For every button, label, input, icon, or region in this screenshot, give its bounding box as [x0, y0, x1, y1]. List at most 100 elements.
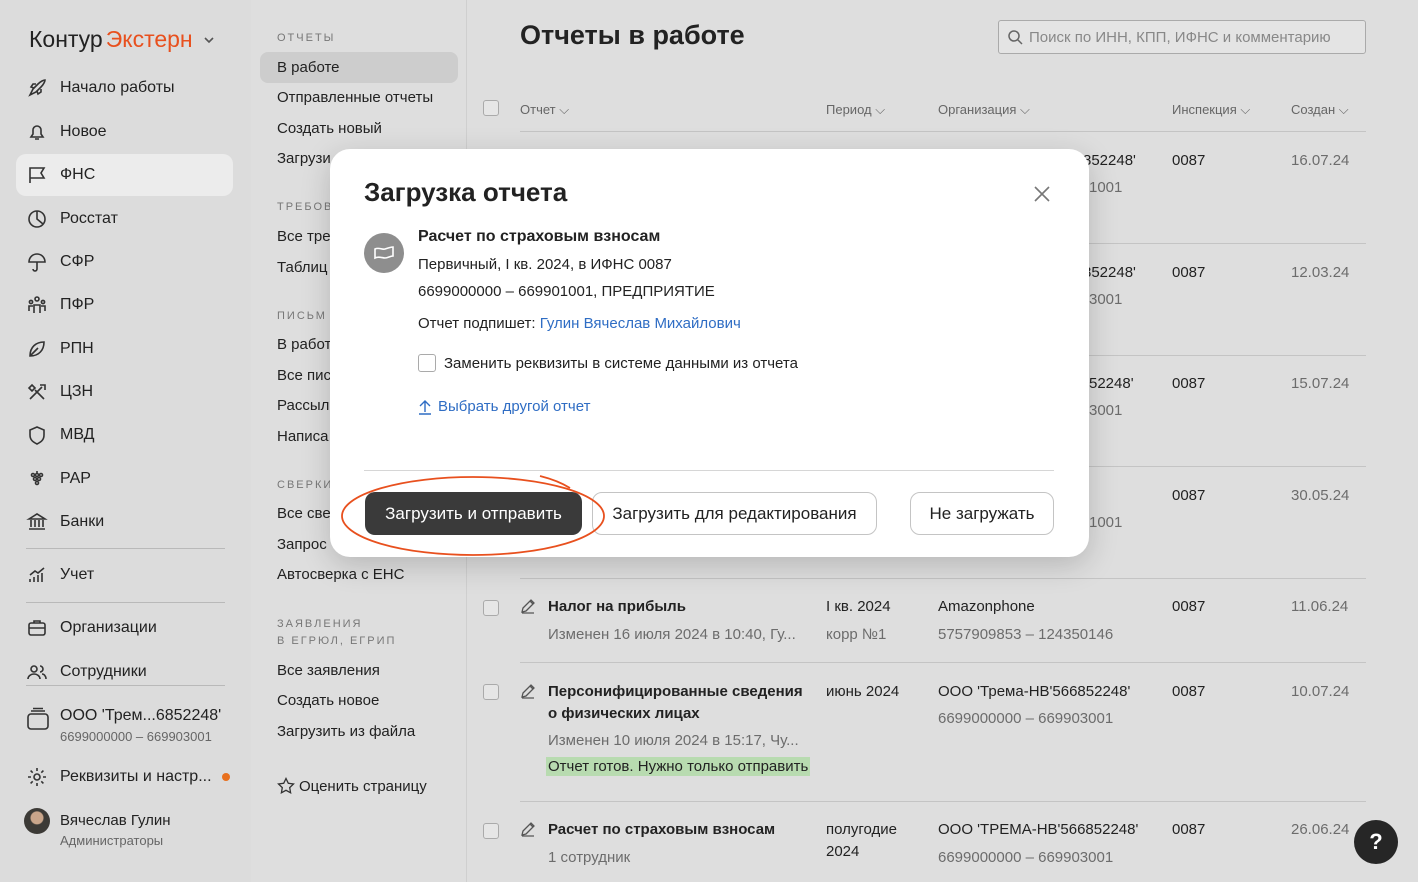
- star-icon: [277, 777, 295, 795]
- chevron-down-icon: [204, 36, 214, 43]
- upload-for-editing-button[interactable]: Загрузить для редактирования: [592, 492, 877, 535]
- report-details: Первичный, I кв. 2024, в ИФНС 0087: [418, 256, 672, 273]
- search-input[interactable]: Поиск по ИНН, КПП, ИФНС и комментарию: [998, 20, 1366, 54]
- pencil-icon: [521, 822, 535, 837]
- growth-icon: [26, 564, 48, 586]
- app-logo[interactable]: Контур Экстерн: [29, 26, 215, 53]
- rate-page-link[interactable]: Оценить страницу: [277, 777, 427, 795]
- inspection-code: 0087: [1172, 821, 1206, 838]
- subnav-item-letters-in-work[interactable]: В работ: [277, 336, 331, 353]
- briefcase-icon: [26, 617, 48, 639]
- row-checkbox[interactable]: [483, 684, 499, 700]
- main-sidebar: Контур Экстерн Начало работы Новое ФНС Р…: [0, 0, 251, 882]
- upload-and-send-button[interactable]: Загрузить и отправить: [365, 492, 582, 535]
- org-name: Amazonphone: [938, 598, 1035, 615]
- sidebar-item-rpn[interactable]: РПН: [16, 328, 233, 370]
- bank-icon: [26, 511, 48, 533]
- inspection-code: 0087: [1172, 264, 1206, 281]
- dont-upload-button[interactable]: Не загружать: [910, 492, 1054, 535]
- close-icon[interactable]: [1033, 185, 1051, 203]
- row-checkbox[interactable]: [483, 823, 499, 839]
- sidebar-item-employees[interactable]: Сотрудники: [16, 651, 233, 693]
- sidebar-item-new[interactable]: Новое: [16, 111, 233, 153]
- org-inn: 6699000000 – 669903001: [938, 710, 1114, 727]
- choose-other-report-link[interactable]: Выбрать другой отчет: [418, 398, 590, 415]
- subnav-item-in-work[interactable]: В работе: [277, 59, 340, 76]
- sidebar-item-banks[interactable]: Банки: [16, 501, 233, 543]
- replace-details-checkbox[interactable]: [418, 354, 436, 372]
- subnav-item-all-reconciliations[interactable]: Все све: [277, 505, 331, 522]
- subnav-item-mailings[interactable]: Рассыл: [277, 397, 329, 414]
- divider: [520, 662, 1366, 663]
- subnav-item-create-application[interactable]: Создать новое: [277, 692, 379, 709]
- column-period[interactable]: Период ⌵: [826, 102, 885, 118]
- column-label: Создан: [1291, 102, 1336, 117]
- sidebar-item-czn[interactable]: ЦЗН: [16, 371, 233, 413]
- sidebar-item-fns[interactable]: ФНС: [16, 154, 233, 196]
- subnav-item-auto-ens[interactable]: Автосверка с ЕНС: [277, 566, 404, 583]
- subnav-item-table[interactable]: Таблиц: [277, 259, 327, 276]
- column-organization[interactable]: Организация ⌵: [938, 102, 1030, 118]
- signer-label: Отчет подпишет:: [418, 315, 536, 332]
- subnav-item-upload[interactable]: Загрузи: [277, 150, 331, 167]
- column-inspection[interactable]: Инспекция ⌵: [1172, 102, 1250, 118]
- sidebar-divider: [26, 602, 225, 603]
- sidebar-item-label: Организации: [60, 619, 157, 636]
- sidebar-item-pfr[interactable]: ПФР: [16, 284, 233, 326]
- subnav-header-applications: ЗАЯВЛЕНИЯ: [277, 618, 363, 630]
- subnav-item-write[interactable]: Написа: [277, 428, 329, 445]
- sidebar-item-sfr[interactable]: СФР: [16, 241, 233, 283]
- org-name: ООО 'Трема-НВ'566852248': [938, 683, 1131, 700]
- column-report[interactable]: Отчет ⌵: [520, 102, 569, 118]
- subnav-item-all-applications[interactable]: Все заявления: [277, 662, 380, 679]
- created-date: 15.07.24: [1291, 375, 1350, 392]
- created-date: 26.06.24: [1291, 821, 1350, 838]
- people-icon: [26, 294, 48, 316]
- report-organization: 6699000000 – 669901001, ПРЕДПРИЯТИЕ: [418, 283, 715, 300]
- report-name[interactable]: Расчет по страховым взносам: [548, 821, 775, 838]
- subnav-item-all-requirements[interactable]: Все тре: [277, 228, 331, 245]
- signer-link[interactable]: Гулин Вячеслав Михайлович: [540, 315, 741, 332]
- subnav-header-reports: ОТЧЕТЫ: [277, 32, 336, 44]
- upload-arrow-icon: [419, 399, 431, 415]
- signer-line: Отчет подпишет: Гулин Вячеслав Михайлови…: [418, 315, 741, 332]
- report-name[interactable]: Налог на прибыль: [548, 598, 686, 615]
- subnav-item-create[interactable]: Создать новый: [277, 120, 382, 137]
- column-label: Организация: [938, 102, 1017, 117]
- row-checkbox[interactable]: [483, 600, 499, 616]
- choose-other-label: Выбрать другой отчет: [438, 398, 591, 415]
- sidebar-item-rar[interactable]: РАР: [16, 458, 233, 500]
- subnav-header-applications-2: В ЕГРЮЛ, ЕГРИП: [277, 635, 397, 647]
- subnav-item-sent[interactable]: Отправленные отчеты: [277, 89, 433, 106]
- modal-title: Загрузка отчета: [364, 177, 568, 207]
- replace-details-label[interactable]: Заменить реквизиты в системе данными из …: [444, 355, 798, 372]
- inspection-code: 0087: [1172, 152, 1206, 169]
- org-inn: 6699000000 – 669903001: [60, 729, 212, 744]
- sidebar-item-label: Банки: [60, 513, 105, 530]
- search-icon: [1008, 30, 1023, 45]
- gear-icon: [26, 766, 48, 788]
- status-badge: Отчет готов. Нужно только отправить: [546, 757, 811, 776]
- subnav-item-upload-file[interactable]: Загрузить из файла: [277, 723, 415, 740]
- subnav-item-all-letters[interactable]: Все пис: [277, 367, 331, 384]
- bell-icon: [26, 121, 48, 143]
- subnav-header-requirements: ТРЕБОВ: [277, 201, 334, 213]
- column-created[interactable]: Создан ⌵: [1291, 102, 1349, 118]
- search-placeholder: Поиск по ИНН, КПП, ИФНС и комментарию: [1029, 28, 1331, 46]
- sidebar-item-accounting[interactable]: Учет: [16, 554, 233, 596]
- divider: [520, 801, 1366, 802]
- report-period: полугодие: [826, 821, 898, 838]
- sidebar-item-settings[interactable]: Реквизиты и настр...: [16, 756, 233, 798]
- inspection-code: 0087: [1172, 683, 1206, 700]
- sidebar-item-label: СФР: [60, 253, 95, 270]
- help-button[interactable]: ?: [1354, 820, 1398, 864]
- sidebar-item-rosstat[interactable]: Росстат: [16, 198, 233, 240]
- subnav-item-requests[interactable]: Запрос: [277, 536, 327, 553]
- page-title: Отчеты в работе: [520, 20, 745, 50]
- report-name[interactable]: Персонифицированные сведения: [548, 683, 803, 700]
- sidebar-item-organizations[interactable]: Организации: [16, 607, 233, 649]
- sidebar-item-start[interactable]: Начало работы: [16, 67, 233, 109]
- report-name-line2[interactable]: о физических лицах: [548, 705, 700, 722]
- report-period-year: 2024: [826, 843, 860, 860]
- sidebar-item-mvd[interactable]: МВД: [16, 414, 233, 456]
